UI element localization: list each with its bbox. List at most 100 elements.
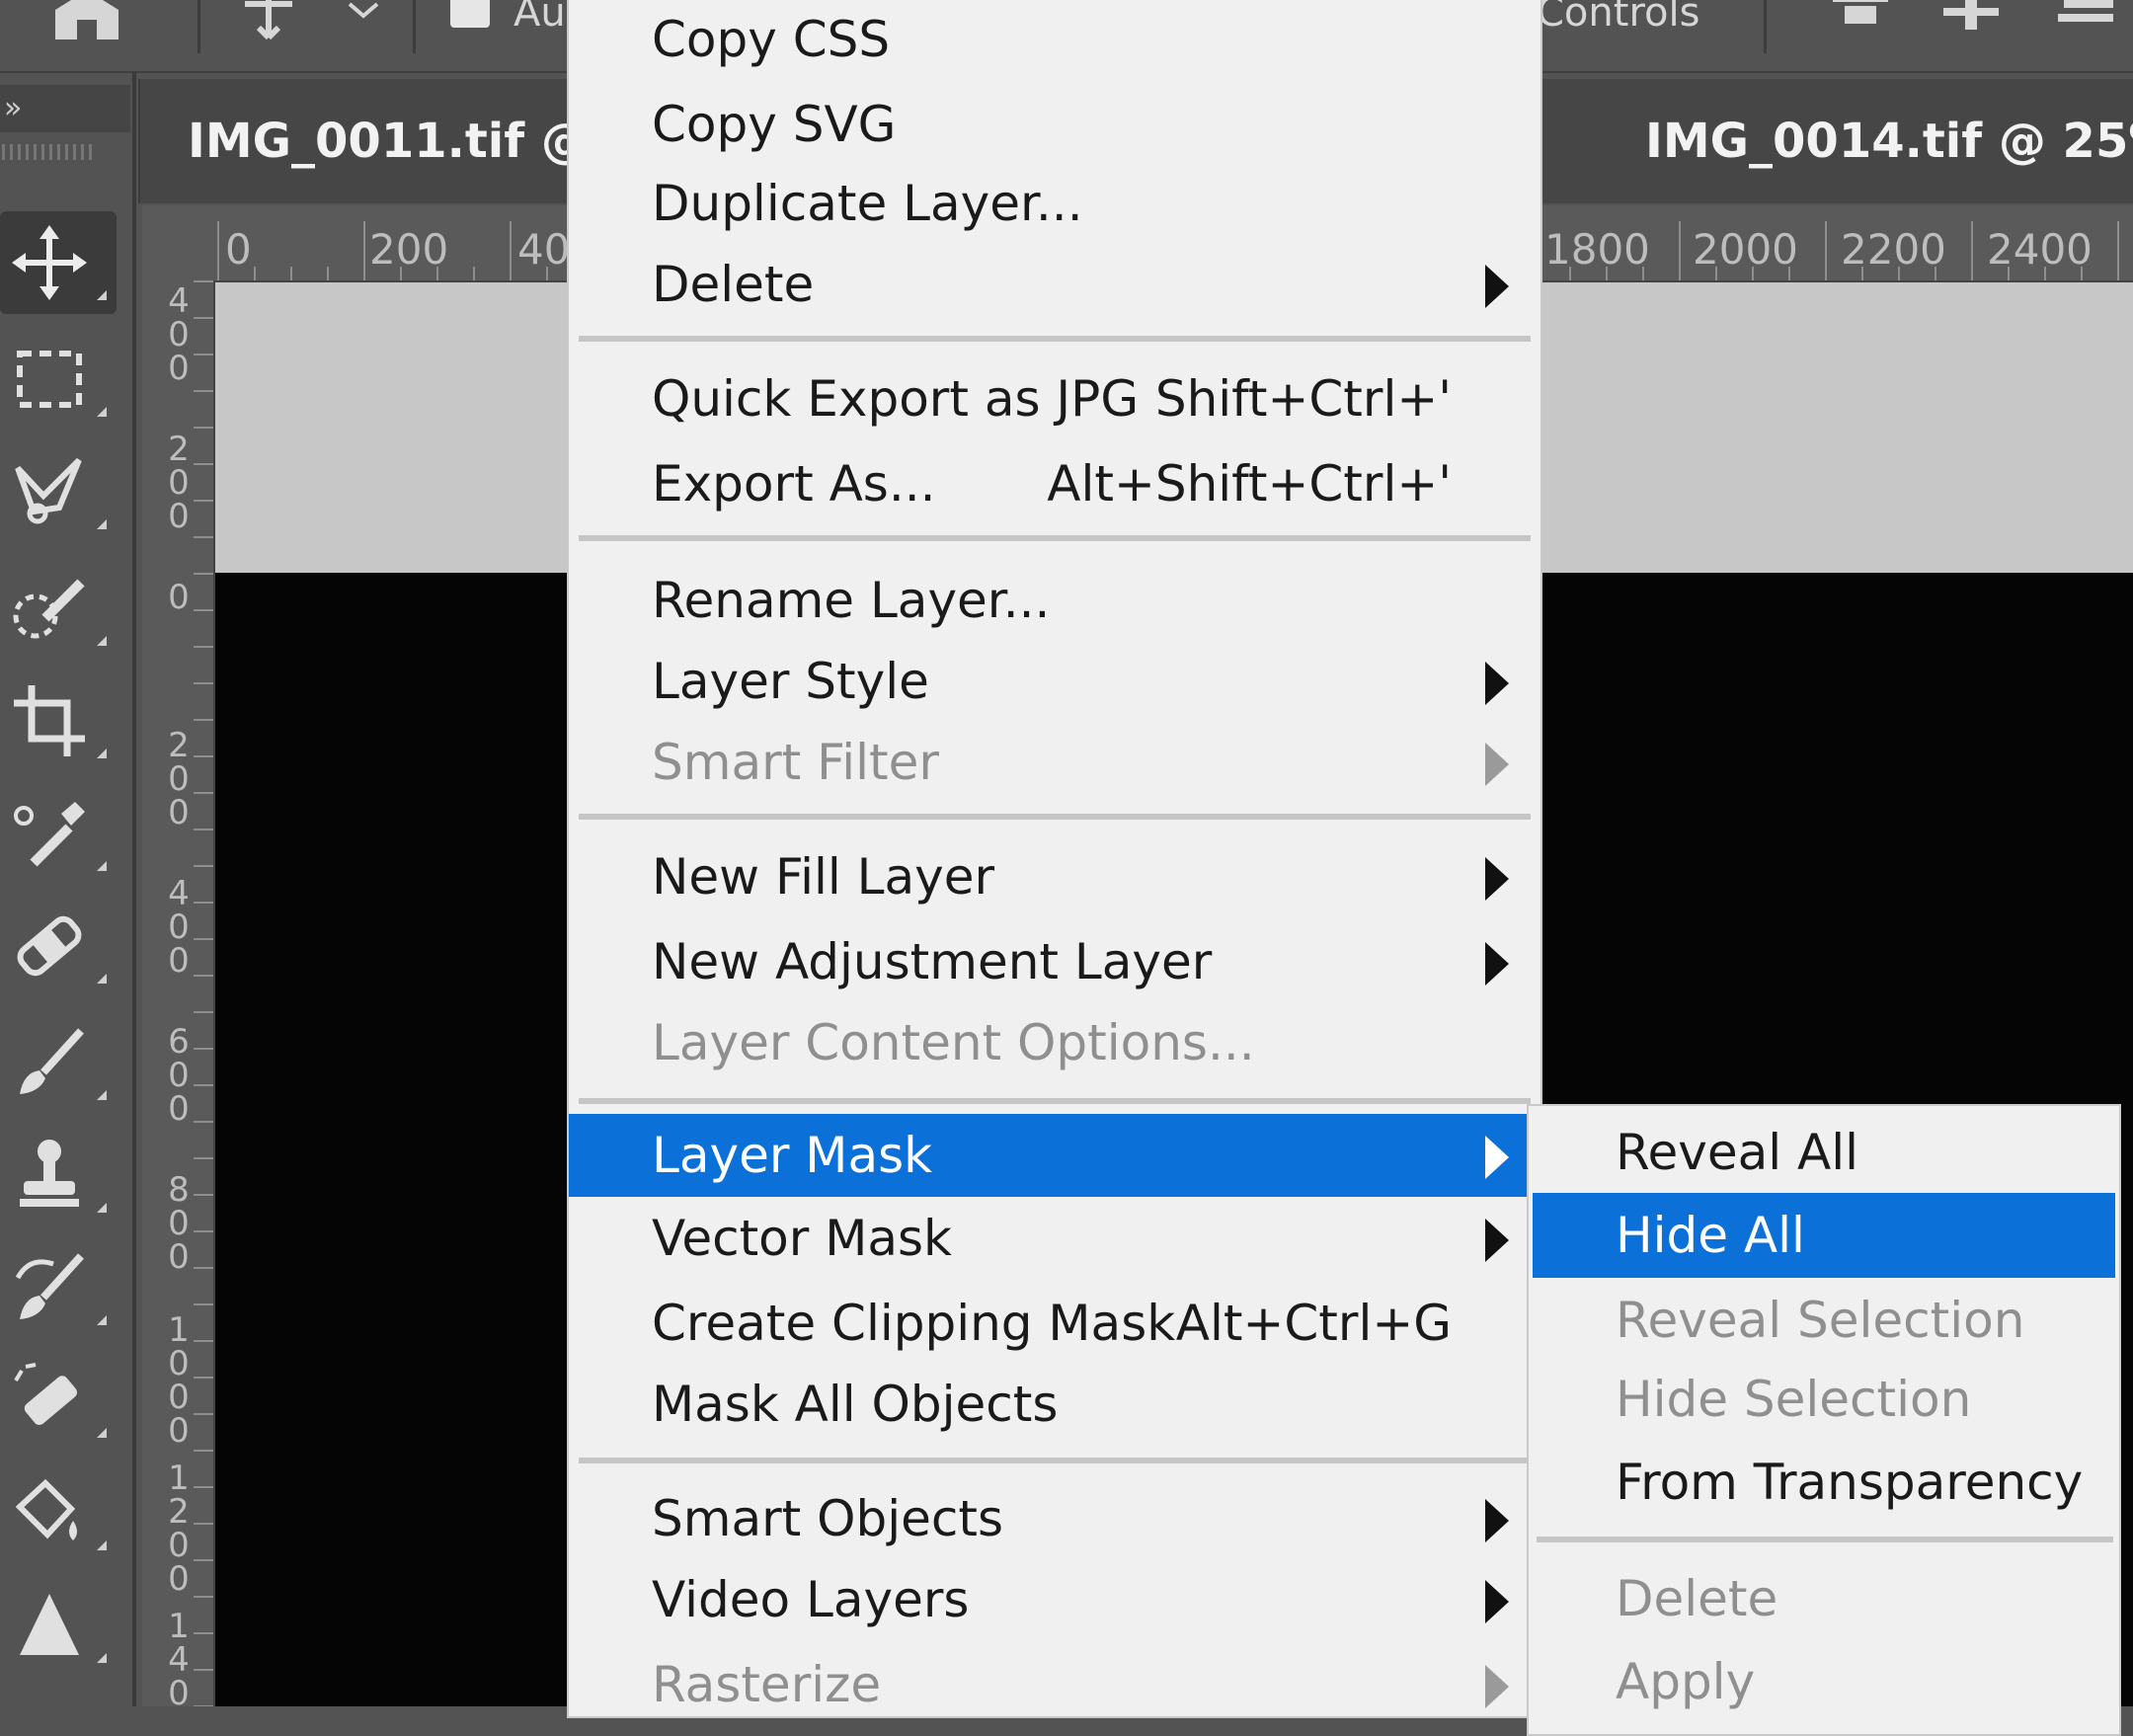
ruler-label: 0	[168, 578, 190, 617]
align-top-icon[interactable]	[1829, 0, 1892, 34]
lasso-tool[interactable]	[0, 440, 117, 543]
healing-icon	[17, 915, 82, 977]
ruler-label: 4	[168, 281, 190, 321]
move-tool-preset-icon[interactable]	[229, 0, 308, 39]
marquee-tool[interactable]	[0, 328, 117, 431]
menu-item-layer-mask[interactable]: Layer Mask	[569, 1114, 1540, 1197]
menu-item-label: Mask All Objects	[652, 1376, 1059, 1433]
layer-mask-submenu: Reveal All Hide All Reveal Selection Hid…	[1527, 1104, 2121, 1736]
ruler-tick	[436, 267, 438, 280]
menu-item-export-as[interactable]: Export As... Alt+Shift+Ctrl+'	[569, 442, 1540, 525]
ruler-label: 1800	[1544, 225, 1650, 274]
ruler-label: 6	[168, 1022, 190, 1062]
submenu-item-hide-all[interactable]: Hide All	[1533, 1193, 2115, 1278]
ruler-label: 0	[168, 463, 190, 503]
collapse-panel-button[interactable]: »	[0, 85, 130, 132]
menu-item-label: Apply	[1616, 1653, 1756, 1710]
paint-bucket-tool[interactable]	[0, 1461, 117, 1564]
submenu-item-reveal-all[interactable]: Reveal All	[1533, 1110, 2115, 1195]
menu-item-shortcut: Alt+Shift+Ctrl+'	[1047, 455, 1452, 513]
ruler-tick	[217, 221, 219, 280]
ruler-tick	[194, 1669, 213, 1671]
ruler-label: 1	[168, 1459, 190, 1498]
ruler-label: 0	[168, 1411, 190, 1451]
menu-item-smart-filter: Smart Filter	[569, 721, 1540, 804]
quick-select-icon	[13, 579, 85, 639]
menu-item-new-adjustment-layer[interactable]: New Adjustment Layer	[569, 920, 1540, 1003]
menu-item-mask-all-objects[interactable]: Mask All Objects	[569, 1363, 1540, 1446]
eyedropper-tool[interactable]	[0, 782, 117, 885]
healing-tool[interactable]	[0, 895, 117, 997]
menu-item-new-fill-layer[interactable]: New Fill Layer	[569, 835, 1540, 918]
menu-separator	[579, 1458, 1531, 1463]
ruler-tick	[194, 1121, 213, 1123]
ruler-tick	[473, 267, 475, 280]
menu-item-label: Delete	[1616, 1570, 1778, 1627]
tools-panel: »	[0, 73, 136, 1706]
menu-item-duplicate-layer[interactable]: Duplicate Layer...	[569, 162, 1540, 245]
auto-select-checkbox[interactable]	[450, 0, 490, 28]
chevron-down-icon[interactable]	[346, 0, 381, 20]
menu-item-label: Quick Export as JPG	[652, 370, 1140, 428]
menu-separator	[579, 336, 1531, 342]
tab-img-0011[interactable]: IMG_0011.tif @ 2	[140, 79, 575, 203]
ruler-tick	[194, 427, 213, 429]
quick-select-tool[interactable]	[0, 557, 117, 660]
eraser-tool[interactable]	[0, 1349, 117, 1452]
submenu-item-from-transparency[interactable]: From Transparency	[1533, 1440, 2115, 1525]
menu-item-label: Smart Objects	[652, 1490, 1004, 1547]
align-vertical-center-icon[interactable]	[1939, 0, 2003, 34]
ruler-tick	[194, 280, 213, 282]
ruler-label: 4	[168, 874, 190, 913]
ruler-tick	[194, 1011, 213, 1013]
menu-item-rename-layer[interactable]: Rename Layer...	[569, 559, 1540, 642]
menu-item-layer-style[interactable]: Layer Style	[569, 640, 1540, 723]
menu-item-copy-svg[interactable]: Copy SVG	[569, 83, 1540, 166]
menu-separator	[579, 814, 1531, 820]
ruler-tick	[2081, 267, 2083, 280]
crop-icon	[14, 685, 85, 756]
ruler-label: 0	[168, 1674, 190, 1706]
shape-tool[interactable]	[0, 1574, 117, 1677]
crop-tool[interactable]	[0, 670, 117, 772]
menu-item-video-layers[interactable]: Video Layers	[569, 1558, 1540, 1641]
brush-tool[interactable]	[0, 1011, 117, 1114]
panel-grip[interactable]	[2, 144, 93, 160]
ruler-tick	[194, 829, 213, 830]
ruler-tick	[194, 1377, 213, 1379]
menu-item-delete[interactable]: Delete	[569, 243, 1540, 326]
menu-item-rasterize: Rasterize	[569, 1643, 1540, 1726]
ruler-tick	[194, 1596, 213, 1598]
tab-img-0014[interactable]: IMG_0014.tif @ 25% (RG...	[1540, 79, 2133, 203]
menu-separator	[579, 535, 1531, 541]
ruler-label: 0	[168, 1089, 190, 1129]
home-icon[interactable]	[49, 0, 124, 39]
ruler-tick	[194, 755, 213, 757]
move-icon	[12, 225, 87, 300]
menu-item-vector-mask[interactable]: Vector Mask	[569, 1197, 1540, 1280]
menu-item-quick-export-jpg[interactable]: Quick Export as JPG Shift+Ctrl+'	[569, 357, 1540, 440]
history-brush-tool[interactable]	[0, 1236, 117, 1339]
ruler-label: 2400	[1987, 225, 2093, 274]
align-bottom-icon[interactable]	[2054, 0, 2117, 34]
ruler-tick	[290, 267, 292, 280]
menu-item-label: New Adjustment Layer	[652, 933, 1213, 990]
chevron-right-icon	[1485, 265, 1509, 308]
ruler-tick	[1606, 267, 1608, 280]
ruler-label: 2	[168, 1492, 190, 1532]
menu-item-copy-css[interactable]: Copy CSS	[569, 0, 1540, 81]
ruler-label: 0	[168, 941, 190, 981]
vertical-ruler[interactable]: 4 0 0 2 0 0 0 2 0 0 4 0 0 6 0 0 8 0 0 1 …	[142, 280, 215, 1706]
menu-item-create-clipping-mask[interactable]: Create Clipping Mask Alt+Ctrl+G	[569, 1282, 1540, 1365]
menu-item-smart-objects[interactable]: Smart Objects	[569, 1477, 1540, 1560]
menu-item-label: Reveal Selection	[1616, 1292, 2025, 1349]
move-tool[interactable]	[0, 211, 117, 314]
ruler-tick	[194, 317, 213, 319]
menu-item-label: Rename Layer...	[652, 572, 1051, 629]
clone-stamp-tool[interactable]	[0, 1124, 117, 1226]
chevron-right-icon	[1485, 857, 1509, 901]
show-transform-controls-label[interactable]: Controls	[1537, 0, 1699, 36]
ruler-tick	[194, 1559, 213, 1561]
ruler-tick	[194, 902, 213, 904]
ruler-label: 0	[168, 497, 190, 536]
